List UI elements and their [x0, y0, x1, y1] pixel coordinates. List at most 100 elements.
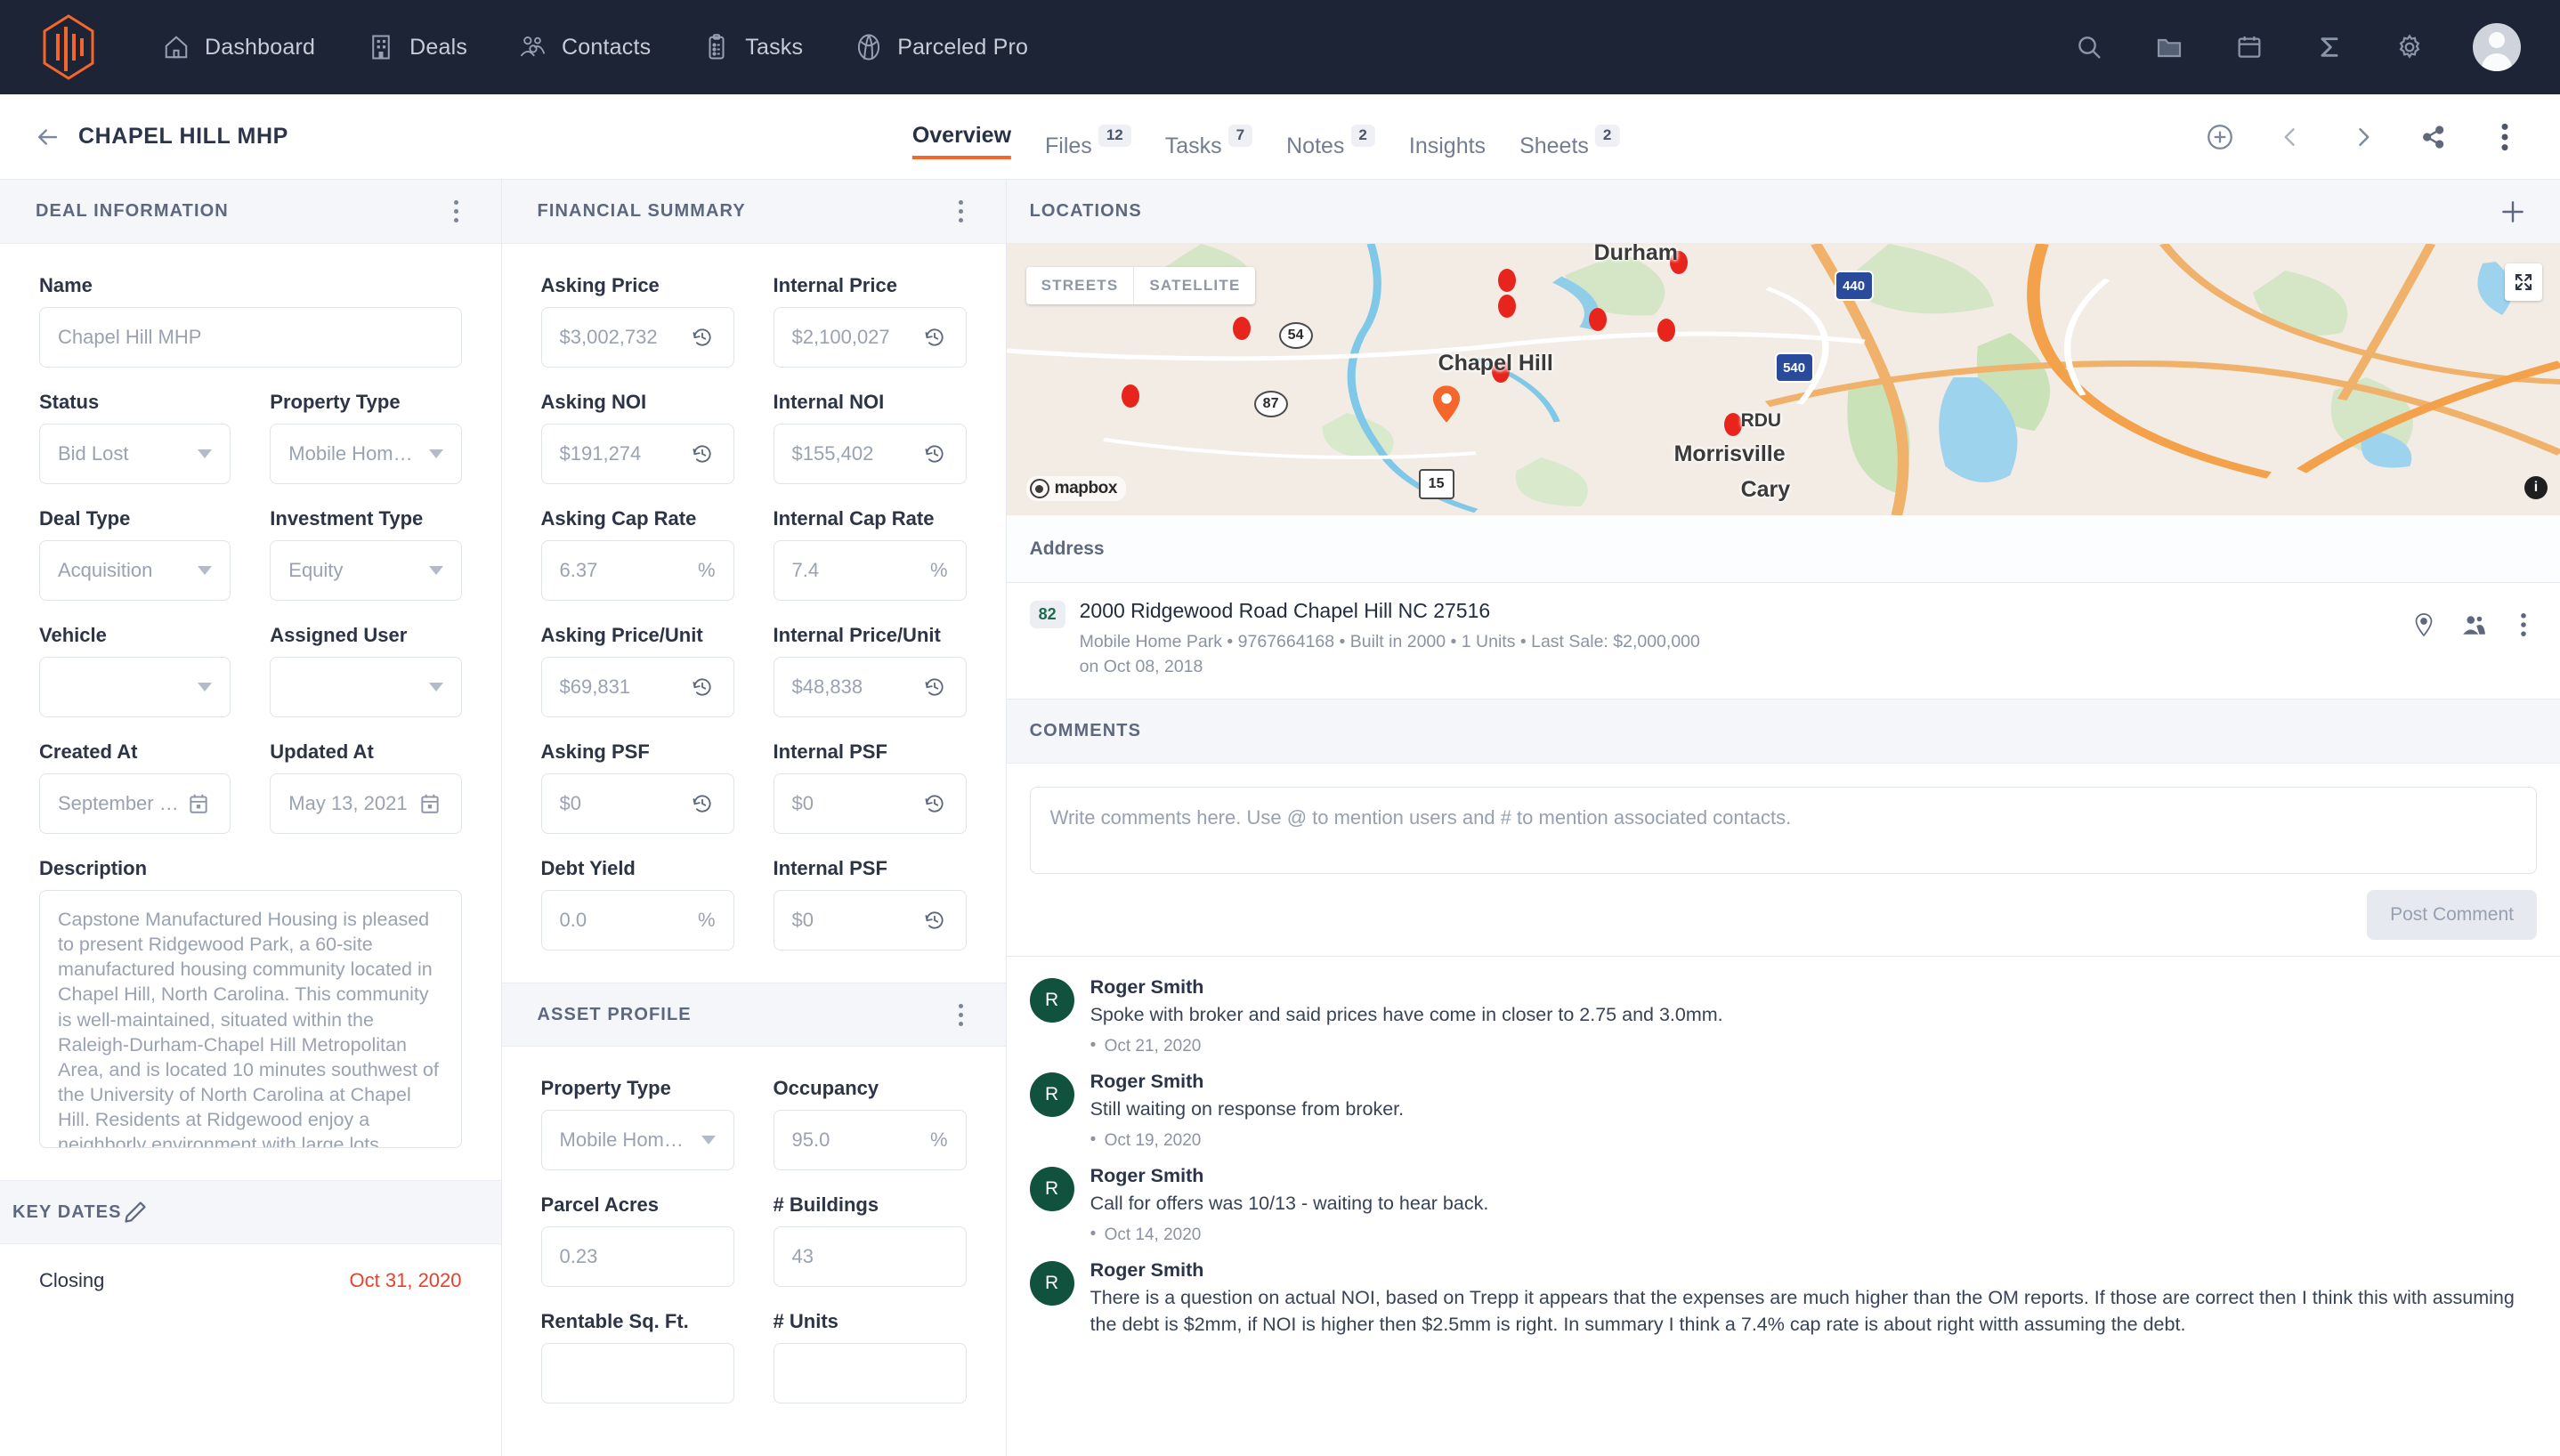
- map-pin-icon[interactable]: [2410, 611, 2437, 638]
- sigma-icon[interactable]: [2313, 30, 2346, 64]
- field-name: Name Chapel Hill MHP: [39, 274, 462, 368]
- asking-psf-input[interactable]: $0: [540, 773, 734, 834]
- tab-files[interactable]: Files 12: [1045, 107, 1131, 179]
- internal-price-input[interactable]: $2,100,027: [773, 307, 967, 368]
- more-icon[interactable]: [949, 999, 974, 1031]
- more-icon[interactable]: [949, 196, 974, 228]
- add-circle-icon[interactable]: [2204, 121, 2236, 153]
- calendar-icon[interactable]: [417, 790, 443, 817]
- mapbox-attribution[interactable]: mapbox: [1025, 476, 1127, 501]
- nav-item-deals[interactable]: Deals: [365, 31, 467, 63]
- vehicle-select[interactable]: [39, 657, 231, 717]
- history-icon[interactable]: [689, 674, 716, 700]
- comment-item: R Roger Smith Still waiting on response …: [1029, 1071, 2537, 1151]
- asking-cap-rate-input[interactable]: 6.37 %: [540, 540, 734, 601]
- next-icon[interactable]: [2346, 121, 2378, 153]
- back-arrow-icon[interactable]: [32, 122, 62, 152]
- map-pin-marker[interactable]: [1723, 413, 1742, 436]
- history-icon[interactable]: [921, 790, 948, 817]
- history-icon[interactable]: [921, 674, 948, 700]
- internal-price-unit-input[interactable]: $48,838: [773, 657, 967, 717]
- created-at-input[interactable]: September 16, 2020: [39, 773, 231, 834]
- nav-item-tasks[interactable]: Tasks: [701, 31, 803, 63]
- assigned-user-select[interactable]: [270, 657, 462, 717]
- rentable-sqft-input[interactable]: [540, 1343, 734, 1403]
- nav-item-contacts[interactable]: Contacts: [517, 31, 651, 63]
- history-icon[interactable]: [689, 324, 716, 351]
- more-icon[interactable]: [2510, 611, 2537, 638]
- internal-psf-2-input[interactable]: $0: [773, 890, 967, 950]
- internal-psf-input[interactable]: $0: [773, 773, 967, 834]
- property-type-select[interactable]: Mobile Home Park: [270, 424, 462, 484]
- info-icon[interactable]: i: [2524, 476, 2548, 499]
- asset-property-type-select[interactable]: Mobile Home Park: [540, 1110, 734, 1170]
- map-pin-marker[interactable]: [1121, 384, 1139, 408]
- more-icon[interactable]: [2489, 121, 2521, 153]
- more-icon[interactable]: [444, 196, 469, 228]
- description-textarea[interactable]: Capstone Manufactured Housing is pleased…: [39, 890, 462, 1148]
- calendar-icon[interactable]: [2232, 30, 2266, 64]
- num-buildings-input[interactable]: 43: [773, 1226, 967, 1287]
- updated-at-input[interactable]: May 13, 2021: [270, 773, 462, 834]
- field-label: Asking NOI: [540, 391, 647, 413]
- investment-type-select[interactable]: Equity: [270, 540, 462, 601]
- folder-icon[interactable]: [2152, 30, 2186, 64]
- history-icon[interactable]: [689, 441, 716, 467]
- internal-cap-rate-input[interactable]: 7.4 %: [773, 540, 967, 601]
- num-units-input[interactable]: [773, 1343, 967, 1403]
- tab-label: Files: [1045, 133, 1092, 158]
- field-label: Internal Price: [773, 274, 897, 296]
- tab-overview[interactable]: Overview: [911, 96, 1012, 179]
- debt-yield-input[interactable]: 0.0 %: [540, 890, 734, 950]
- status-select[interactable]: Bid Lost: [39, 424, 231, 484]
- prev-icon[interactable]: [2275, 121, 2307, 153]
- avatar[interactable]: [2473, 23, 2521, 71]
- gear-icon[interactable]: [2393, 30, 2426, 64]
- nav-label: Deals: [409, 34, 468, 60]
- search-icon[interactable]: [2072, 30, 2106, 64]
- plus-icon[interactable]: [2498, 197, 2528, 227]
- expand-icon[interactable]: [2505, 263, 2542, 301]
- locations-map[interactable]: STREETS SATELLITE Durham Chapel Hill Mor…: [1006, 244, 2560, 515]
- deal-type-select[interactable]: Acquisition: [39, 540, 231, 601]
- share-icon[interactable]: [2418, 121, 2450, 153]
- parcel-acres-input[interactable]: 0.23: [540, 1226, 734, 1287]
- history-icon[interactable]: [689, 790, 716, 817]
- map-pin-marker[interactable]: [1657, 319, 1675, 342]
- nav-item-parceled-pro[interactable]: Parceled Pro: [853, 31, 1028, 63]
- field-row-dates: Created At September 16, 2020 U: [39, 740, 462, 834]
- internal-noi-input[interactable]: $155,402: [773, 424, 967, 484]
- nav-item-dashboard[interactable]: Dashboard: [160, 31, 315, 63]
- map-pin-marker[interactable]: [1588, 308, 1607, 331]
- tab-tasks[interactable]: Tasks 7: [1165, 107, 1253, 179]
- map-pin-marker[interactable]: [1232, 317, 1251, 340]
- nav-label: Contacts: [562, 34, 652, 60]
- history-icon[interactable]: [921, 441, 948, 467]
- map-pin-marker[interactable]: [1497, 269, 1516, 292]
- name-input[interactable]: Chapel Hill MHP: [39, 307, 462, 368]
- nav-label: Tasks: [745, 34, 804, 60]
- map-style-streets[interactable]: STREETS: [1026, 267, 1134, 304]
- comment-input[interactable]: Write comments here. Use @ to mention us…: [1029, 787, 2537, 875]
- history-icon[interactable]: [921, 324, 948, 351]
- tab-sheets[interactable]: Sheets 2: [1519, 107, 1620, 179]
- map-pin-marker[interactable]: [1497, 295, 1516, 318]
- history-icon[interactable]: [921, 907, 948, 934]
- map-style-satellite[interactable]: SATELLITE: [1133, 267, 1255, 304]
- occupancy-input[interactable]: 95.0 %: [773, 1110, 967, 1170]
- address-row[interactable]: 82 2000 Ridgewood Road Chapel Hill NC 27…: [1006, 583, 2560, 700]
- asking-price-unit-input[interactable]: $69,831: [540, 657, 734, 717]
- pencil-icon[interactable]: [122, 1199, 149, 1225]
- contacts-icon[interactable]: [2460, 611, 2487, 638]
- field-label: # Units: [773, 1310, 838, 1332]
- tab-notes[interactable]: Notes 2: [1286, 107, 1375, 179]
- field-value: 0.23: [559, 1245, 598, 1267]
- calendar-icon[interactable]: [185, 790, 212, 817]
- selected-location-pin[interactable]: [1431, 384, 1462, 424]
- asking-noi-input[interactable]: $191,274: [540, 424, 734, 484]
- post-comment-button[interactable]: Post Comment: [2367, 890, 2537, 941]
- asking-price-input[interactable]: $3,002,732: [540, 307, 734, 368]
- tab-insights[interactable]: Insights: [1409, 107, 1486, 179]
- mapbox-mark-icon: [1029, 479, 1049, 498]
- parceled-logo-icon[interactable]: [36, 14, 101, 80]
